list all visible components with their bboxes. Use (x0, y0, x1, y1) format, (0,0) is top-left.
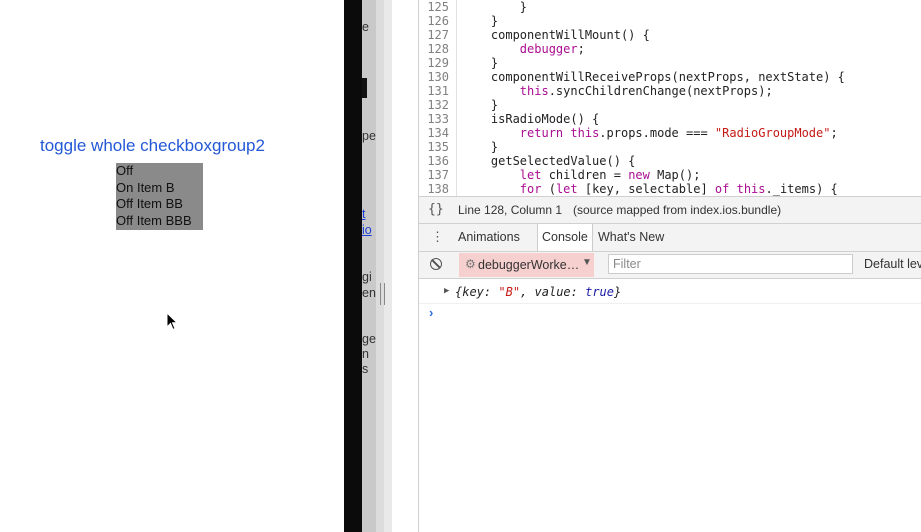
context-label: debuggerWorke… (478, 258, 580, 272)
code-line[interactable]: 125 } (419, 0, 921, 14)
line-number[interactable]: 137 (419, 168, 453, 182)
line-number[interactable]: 135 (419, 140, 453, 154)
code-line[interactable]: 137 let children = new Map(); (419, 168, 921, 182)
checkbox-row-0[interactable]: Off (116, 163, 203, 180)
line-number[interactable]: 132 (419, 98, 453, 112)
code-line[interactable]: 131 this.syncChildrenChange(nextProps); (419, 84, 921, 98)
code-line[interactable]: 128 debugger; (419, 42, 921, 56)
clipped-link-fragment[interactable]: t (362, 207, 365, 221)
code-text: for (let [key, selectable] of this._item… (519, 182, 838, 196)
console-log-entry[interactable]: ▶ {key: "B", value: true} (419, 283, 921, 304)
drawer-tabbar: ⋮ Animations Console What's New (419, 224, 921, 252)
line-number[interactable]: 138 (419, 182, 453, 196)
line-number[interactable]: 128 (419, 42, 453, 56)
clipped-text-fragment: pe (362, 129, 376, 143)
line-number[interactable]: 136 (419, 154, 453, 168)
chevron-down-icon: ▼ (582, 257, 592, 268)
window-edge-dark (344, 0, 362, 532)
filter-input[interactable] (608, 254, 853, 274)
tab-animations[interactable]: Animations (454, 224, 524, 250)
code-line[interactable]: 136 getSelectedValue() { (419, 154, 921, 168)
tab-console[interactable]: Console (537, 224, 593, 251)
code-line[interactable]: 132 } (419, 98, 921, 112)
code-text: debugger; (519, 42, 585, 56)
editor-status-bar: {} Line 128, Column 1 (source mapped fro… (419, 196, 921, 224)
code-text: } (462, 98, 499, 112)
line-number[interactable]: 134 (419, 126, 453, 140)
code-text: let children = new Map(); (519, 168, 701, 182)
window-gap (392, 0, 418, 532)
tab-whats-new[interactable]: What's New (594, 224, 668, 250)
clipped-text-fragment: ge (362, 332, 376, 346)
simulator-screen: toggle whole checkboxgroup2 Off On Item … (0, 0, 344, 532)
gear-icon: ⚙ (465, 257, 476, 271)
log-levels-select[interactable]: Default levels (864, 257, 921, 271)
code-line[interactable]: 138 for (let [key, selectable] of this._… (419, 182, 921, 196)
code-line[interactable]: 127 componentWillMount() { (419, 28, 921, 42)
line-number[interactable]: 126 (419, 14, 453, 28)
line-number[interactable]: 133 (419, 112, 453, 126)
code-text: getSelectedValue() { (462, 154, 636, 168)
code-line[interactable]: 134 return this.props.mode === "RadioGro… (419, 126, 921, 140)
clipped-text-fragment: n (362, 347, 369, 361)
clipped-text-fragment: e (362, 20, 369, 34)
code-line[interactable]: 130 componentWillReceiveProps(nextProps,… (419, 70, 921, 84)
code-line[interactable]: 135 } (419, 140, 921, 154)
code-text: } (462, 56, 499, 70)
line-number[interactable]: 130 (419, 70, 453, 84)
console-output: ▶ {key: "B", value: true} › (419, 279, 921, 532)
code-text: componentWillMount() { (462, 28, 650, 42)
cursor-position: Line 128, Column 1 (458, 203, 563, 217)
code-text: componentWillReceiveProps(nextProps, nex… (462, 70, 845, 84)
code-line[interactable]: 129 } (419, 56, 921, 70)
devtools-panel: 125 } 126 } 127 componentWillMount() {128 … (418, 0, 921, 532)
checkbox-row-2[interactable]: Off Item BB (116, 196, 203, 213)
line-number[interactable]: 129 (419, 56, 453, 70)
log-object-preview: {key: "B", value: true} (455, 285, 622, 299)
code-line[interactable]: 126 } (419, 14, 921, 28)
checkbox-group: Off On Item B Off Item BB Off Item BBB (116, 163, 203, 230)
code-text: } (462, 140, 499, 154)
code-line[interactable]: 133 isRadioMode() { (419, 112, 921, 126)
clipped-text-fragment: en (362, 286, 376, 300)
mouse-cursor-icon (166, 312, 178, 331)
expand-triangle-icon[interactable]: ▶ (444, 286, 449, 296)
clipped-text-fragment: s (362, 362, 369, 376)
code-text: } (462, 14, 499, 28)
execution-context-select[interactable]: ⚙ debuggerWorke… ▼ (459, 253, 594, 277)
console-toolbar: ⚙ debuggerWorke… ▼ Default levels (419, 252, 921, 279)
checkbox-row-3[interactable]: Off Item BBB (116, 213, 203, 230)
source-map-info[interactable]: (source mapped from index.ios.bundle) (573, 203, 781, 217)
checkbox-row-1[interactable]: On Item B (116, 180, 203, 197)
clipped-divider (380, 283, 385, 305)
code-text: isRadioMode() { (462, 112, 600, 126)
drawer-menu-icon[interactable]: ⋮ (431, 229, 444, 245)
source-code-editor[interactable]: 125 } 126 } 127 componentWillMount() {128 … (419, 0, 921, 196)
line-number[interactable]: 131 (419, 84, 453, 98)
clipped-text-fragment: gi (362, 270, 372, 284)
pretty-print-icon[interactable]: {} (428, 202, 444, 217)
clipped-link-fragment[interactable]: io (362, 223, 372, 237)
line-number[interactable]: 127 (419, 28, 453, 42)
clipped-bar (362, 78, 367, 98)
console-prompt-icon[interactable]: › (429, 305, 433, 320)
line-number[interactable]: 125 (419, 0, 453, 14)
code-text: this.syncChildrenChange(nextProps); (519, 84, 773, 98)
code-text: return this.props.mode === "RadioGroupMo… (519, 126, 838, 140)
clear-console-icon[interactable] (430, 258, 442, 270)
toggle-checkboxgroup-link[interactable]: toggle whole checkboxgroup2 (40, 136, 265, 156)
code-text: } (462, 0, 528, 14)
